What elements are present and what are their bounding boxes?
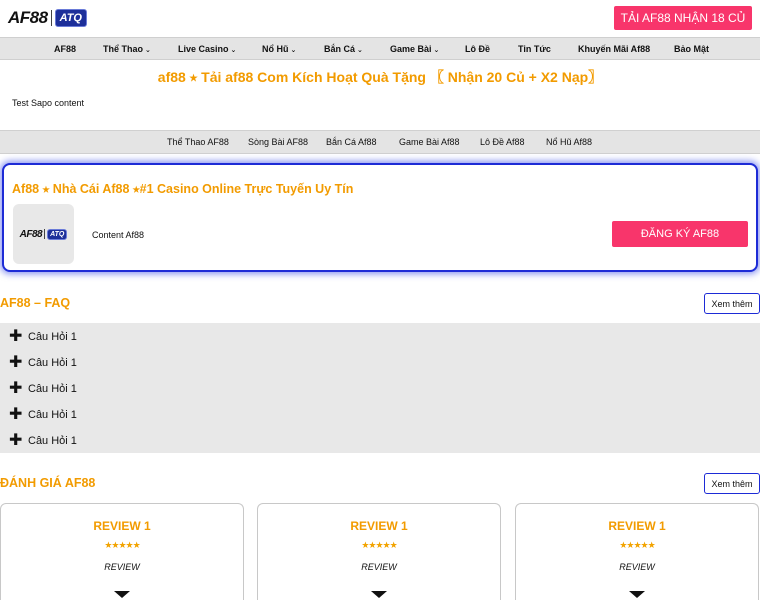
review-card: REVIEW 1 ★★★★★ REVIEW bbox=[515, 503, 759, 600]
review-title: REVIEW 1 bbox=[350, 519, 408, 533]
faq-question: Câu Hỏi 1 bbox=[28, 383, 77, 395]
star-rating-icon: ★★★★★ bbox=[619, 540, 655, 550]
site-header: AF88 ATQ TẢI AF88 NHẬN 18 CỦ bbox=[0, 0, 760, 36]
category-link-ban-ca[interactable]: Bắn Cá Af88 bbox=[326, 131, 377, 153]
site-logo[interactable]: AF88 ATQ bbox=[8, 8, 87, 28]
review-text: REVIEW bbox=[619, 562, 655, 572]
chevron-down-icon: ⌄ bbox=[290, 47, 297, 54]
chevron-down-icon: ⌄ bbox=[357, 47, 363, 54]
nav-item-label: AF88 bbox=[54, 44, 77, 54]
faq-item[interactable]: ✚ Câu Hỏi 1 bbox=[9, 407, 77, 423]
nav-item-lo-de[interactable]: Lô Đề bbox=[465, 38, 490, 60]
review-text: REVIEW bbox=[361, 562, 397, 572]
faq-list: ✚ Câu Hỏi 1 ✚ Câu Hỏi 1 ✚ Câu Hỏi 1 ✚ Câ… bbox=[0, 323, 760, 453]
nav-item-ban-ca[interactable]: Bắn Cá ⌄ bbox=[324, 38, 363, 60]
category-link-the-thao[interactable]: Thể Thao AF88 bbox=[167, 131, 229, 153]
download-cta-button[interactable]: TẢI AF88 NHẬN 18 CỦ bbox=[614, 6, 752, 30]
main-nav: AF88 Thể Thao ⌄ Live Casino ⌄ Nổ Hũ ⌄ Bắn C… bbox=[0, 37, 760, 60]
nav-item-label: Tin Tức bbox=[518, 44, 551, 54]
nav-item-label: Game Bài bbox=[390, 44, 432, 54]
plus-icon: ✚ bbox=[9, 432, 23, 449]
logo-badge: ATQ bbox=[54, 9, 87, 27]
nav-item-label: Khuyến Mãi Af88 bbox=[578, 44, 651, 54]
reviews-more-button[interactable]: Xem thêm bbox=[704, 473, 760, 494]
nav-item-label: Bắn Cá bbox=[324, 44, 356, 54]
logo-text: AF88 bbox=[8, 8, 48, 27]
faq-title: AF88 – FAQ bbox=[0, 296, 71, 310]
casino-logo[interactable]: AF88 ATQ bbox=[13, 204, 74, 264]
sapo-text: Test Sapo content bbox=[12, 98, 85, 108]
chevron-down-icon: ⌄ bbox=[145, 47, 151, 54]
nav-item-the-thao[interactable]: Thể Thao ⌄ bbox=[103, 38, 151, 60]
page-title: af88 ⭑ Tải af88 Com Kích Hoạt Quà Tặng 〖… bbox=[157, 69, 603, 85]
category-link-game-bai[interactable]: Game Bài Af88 bbox=[399, 131, 460, 153]
category-link-song-bai[interactable]: Sòng Bài AF88 bbox=[248, 131, 308, 153]
star-rating-icon: ★★★★★ bbox=[361, 540, 397, 550]
faq-question: Câu Hỏi 1 bbox=[28, 409, 77, 421]
review-text: REVIEW bbox=[104, 562, 140, 572]
faq-item[interactable]: ✚ Câu Hỏi 1 bbox=[9, 433, 77, 449]
casino-logo-text: AF88 bbox=[19, 228, 43, 240]
chevron-down-icon: ⌄ bbox=[230, 47, 237, 54]
plus-icon: ✚ bbox=[9, 380, 23, 397]
review-card: REVIEW 1 ★★★★★ REVIEW bbox=[0, 503, 244, 600]
casino-card-title: Af88 ⭑ Nhà Cái Af88 ⭑#1 Casino Online Tr… bbox=[12, 182, 354, 196]
chevron-down-icon: ⌄ bbox=[433, 47, 440, 54]
caret-down-icon[interactable] bbox=[371, 591, 387, 598]
category-link-lo-de[interactable]: Lô Đề Af88 bbox=[480, 131, 525, 153]
casino-card: Af88 ⭑ Nhà Cái Af88 ⭑#1 Casino Online Tr… bbox=[2, 163, 758, 272]
category-nav: Thể Thao AF88 Sòng Bài AF88 Bắn Cá Af88 … bbox=[0, 130, 760, 154]
review-title: REVIEW 1 bbox=[608, 519, 666, 533]
register-button[interactable]: ĐĂNG KÝ AF88 bbox=[612, 221, 748, 247]
review-title: REVIEW 1 bbox=[93, 519, 151, 533]
caret-down-icon[interactable] bbox=[114, 591, 130, 598]
plus-icon: ✚ bbox=[9, 406, 23, 423]
casino-logo-badge: ATQ bbox=[47, 228, 68, 240]
nav-item-live-casino[interactable]: Live Casino ⌄ bbox=[178, 38, 236, 60]
review-card: REVIEW 1 ★★★★★ REVIEW bbox=[257, 503, 501, 600]
faq-question: Câu Hỏi 1 bbox=[28, 331, 77, 343]
faq-item[interactable]: ✚ Câu Hỏi 1 bbox=[9, 329, 77, 345]
logo-divider bbox=[50, 10, 52, 26]
nav-item-label: Nổ Hũ bbox=[262, 44, 289, 54]
category-link-no-hu[interactable]: Nổ Hũ Af88 bbox=[546, 131, 592, 153]
nav-item-tin-tuc[interactable]: Tin Tức bbox=[518, 38, 551, 60]
nav-item-khuyen-mai[interactable]: Khuyến Mãi Af88 bbox=[578, 38, 650, 60]
faq-item[interactable]: ✚ Câu Hỏi 1 bbox=[9, 355, 77, 371]
casino-logo-divider bbox=[44, 229, 46, 239]
nav-item-label: Lô Đề bbox=[465, 44, 491, 54]
nav-item-game-bai[interactable]: Game Bài ⌄ bbox=[390, 38, 439, 60]
faq-more-button[interactable]: Xem thêm bbox=[704, 293, 760, 314]
nav-item-af88[interactable]: AF88 bbox=[54, 38, 76, 60]
faq-question: Câu Hỏi 1 bbox=[28, 435, 77, 447]
faq-question: Câu Hỏi 1 bbox=[28, 357, 77, 369]
nav-item-label: Thể Thao bbox=[103, 44, 143, 54]
nav-item-label: Live Casino bbox=[178, 44, 229, 54]
casino-card-content: Content Af88 bbox=[92, 230, 145, 240]
faq-item[interactable]: ✚ Câu Hỏi 1 bbox=[9, 381, 77, 397]
reviews-title: ĐÁNH GIÁ AF88 bbox=[0, 476, 96, 490]
plus-icon: ✚ bbox=[9, 354, 23, 371]
plus-icon: ✚ bbox=[9, 328, 23, 345]
star-rating-icon: ★★★★★ bbox=[104, 540, 140, 550]
nav-item-label: Bảo Mật bbox=[674, 44, 710, 54]
nav-item-bao-mat[interactable]: Bảo Mật bbox=[674, 38, 709, 60]
caret-down-icon[interactable] bbox=[629, 591, 645, 598]
nav-item-no-hu[interactable]: Nổ Hũ ⌄ bbox=[262, 38, 296, 60]
